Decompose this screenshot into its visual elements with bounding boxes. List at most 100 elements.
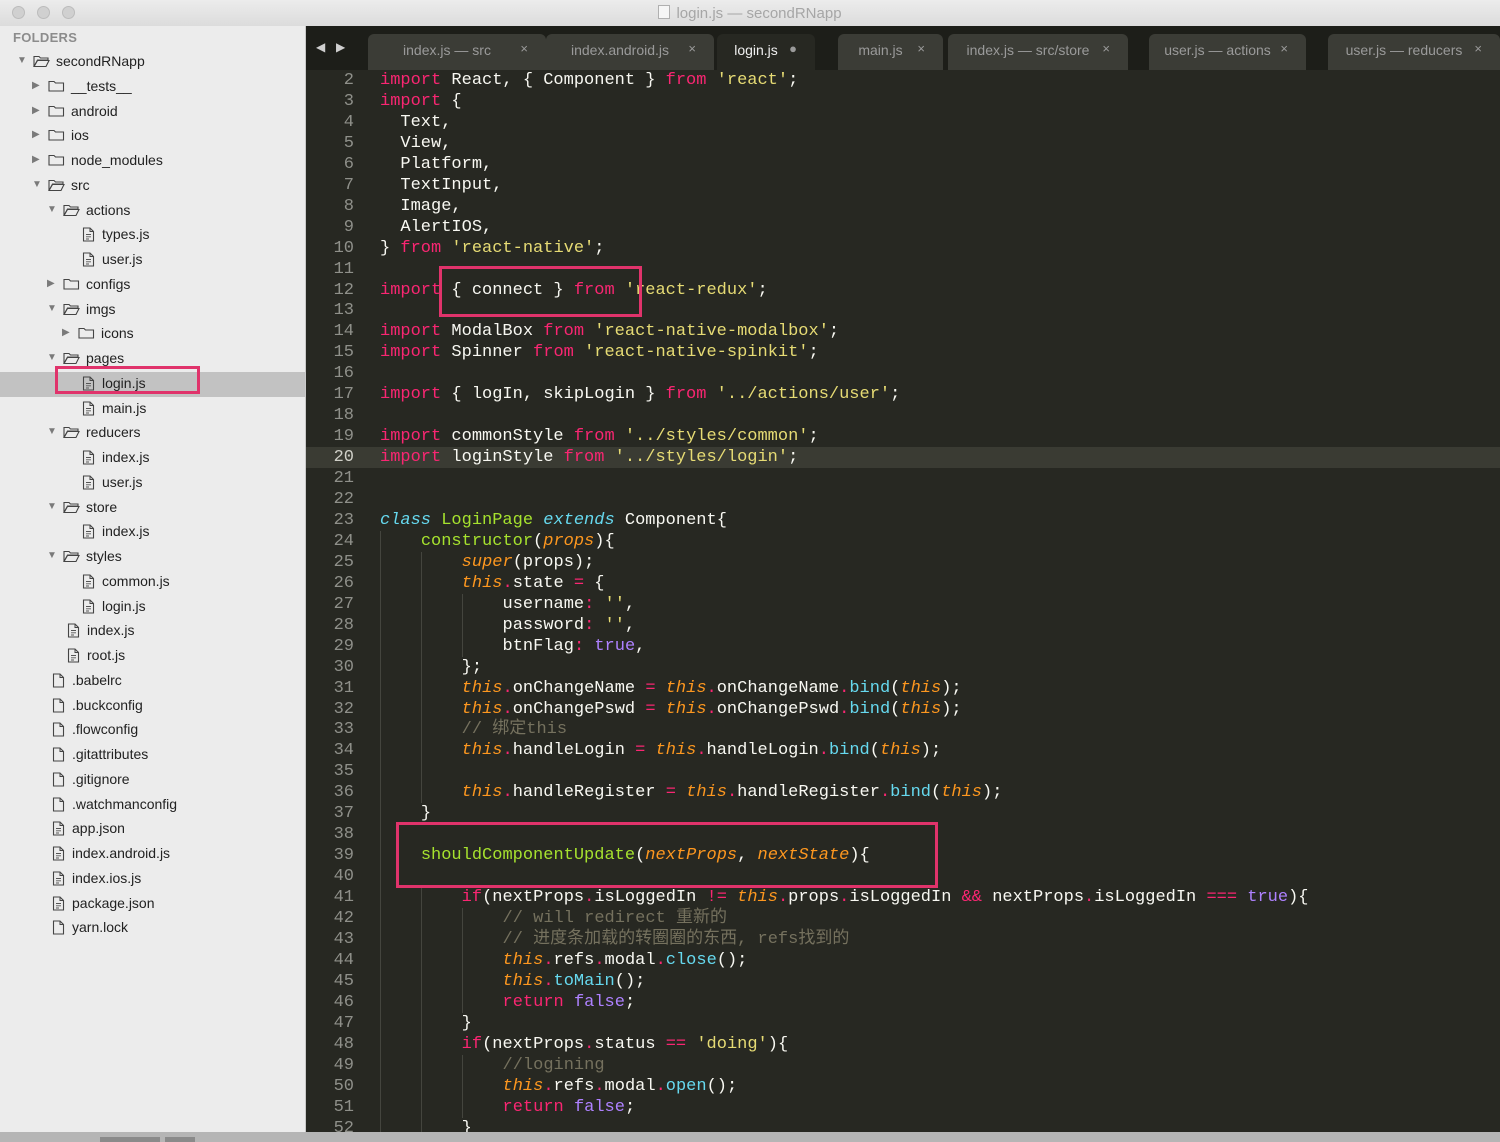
unsaved-dot-icon[interactable]: ● [789, 41, 797, 56]
tree-file[interactable]: index.ios.js [0, 867, 305, 892]
disclosure-open-icon[interactable]: ▼ [47, 550, 57, 561]
code-line[interactable]: 18 [306, 405, 1500, 426]
code-line[interactable]: 27 username: '', [306, 593, 1500, 615]
code-line[interactable]: 35 [306, 761, 1500, 783]
tree-folder[interactable]: ▶ android [0, 100, 305, 125]
code-line[interactable]: 23 class LoginPage extends Component{ [306, 510, 1500, 531]
code-line[interactable]: 43 // 进度条加载的转圈圈的东西, refs找到的 [306, 928, 1500, 950]
tree-folder[interactable]: ▶ __tests__ [0, 75, 305, 100]
code-line[interactable]: 48 if(nextProps.status == 'doing'){ [306, 1033, 1500, 1055]
tree-file[interactable]: root.js [0, 644, 305, 669]
tree-file[interactable]: common.js [0, 570, 305, 595]
close-tab-icon[interactable]: × [688, 41, 696, 56]
code-line[interactable]: 44 this.refs.modal.close(); [306, 949, 1500, 971]
close-tab-icon[interactable]: × [1474, 41, 1482, 56]
code-line[interactable]: 5 View, [306, 133, 1500, 154]
code-line[interactable]: 9 AlertIOS, [306, 217, 1500, 238]
tab-7[interactable]: user.js — reducers × [1328, 34, 1500, 70]
tree-file[interactable]: index.js [0, 446, 305, 471]
code-line[interactable]: 25 super(props); [306, 551, 1500, 573]
code-line[interactable]: 36 this.handleRegister = this.handleRegis… [306, 782, 1500, 804]
tree-folder[interactable]: ▼ reducers [0, 421, 305, 446]
tree-folder[interactable]: ▼ store [0, 496, 305, 521]
tree-file[interactable]: .gitattributes [0, 743, 305, 768]
tree-folder[interactable]: ▼ src [0, 174, 305, 199]
code-line[interactable]: 24 constructor(props){ [306, 530, 1500, 552]
tree-file[interactable]: user.js [0, 248, 305, 273]
tab-4[interactable]: main.js × [838, 34, 943, 70]
tree-file[interactable]: main.js [0, 397, 305, 422]
disclosure-open-icon[interactable]: ▼ [47, 204, 57, 215]
tab-3[interactable]: login.js ● [717, 34, 815, 70]
code-line[interactable]: 21 [306, 468, 1500, 489]
code-line[interactable]: 15 import Spinner from 'react-native-spin… [306, 342, 1500, 363]
code-line[interactable]: 28 password: '', [306, 614, 1500, 636]
disclosure-closed-icon[interactable]: ▶ [32, 129, 40, 140]
tree-file[interactable]: .gitignore [0, 768, 305, 793]
disclosure-closed-icon[interactable]: ▶ [62, 327, 70, 338]
tab-prev-icon[interactable]: ◀ [316, 40, 325, 54]
tree-file[interactable]: package.json [0, 892, 305, 917]
tree-file[interactable]: yarn.lock [0, 916, 305, 941]
code-line[interactable]: 50 this.refs.modal.open(); [306, 1075, 1500, 1097]
tab-next-icon[interactable]: ▶ [336, 40, 345, 54]
disclosure-open-icon[interactable]: ▼ [47, 501, 57, 512]
tree-folder[interactable]: ▼ secondRNapp [0, 50, 305, 75]
tree-file[interactable]: .buckconfig [0, 694, 305, 719]
code-line[interactable]: 2 import React, { Component } from 'react… [306, 70, 1500, 91]
code-line[interactable]: 6 Platform, [306, 154, 1500, 175]
code-area[interactable]: 2 import React, { Component } from 'react… [306, 70, 1500, 1132]
close-tab-icon[interactable]: × [1102, 41, 1110, 56]
tab-2[interactable]: index.android.js × [546, 34, 714, 70]
disclosure-closed-icon[interactable]: ▶ [47, 278, 55, 289]
code-line[interactable]: 33 // 绑定this [306, 719, 1500, 741]
code-line[interactable]: 41 if(nextProps.isLoggedIn != this.props.… [306, 887, 1500, 909]
code-line[interactable]: 31 this.onChangeName = this.onChangeName.… [306, 677, 1500, 699]
disclosure-closed-icon[interactable]: ▶ [32, 105, 40, 116]
tree-file[interactable]: index.android.js [0, 842, 305, 867]
code-line[interactable]: 10} from 'react-native'; [306, 238, 1500, 259]
code-line[interactable]: 20 import loginStyle from '../styles/logi… [306, 447, 1500, 469]
tab-1[interactable]: index.js — src × [368, 34, 546, 70]
code-line[interactable]: 7 TextInput, [306, 175, 1500, 196]
tree-file[interactable]: .babelrc [0, 669, 305, 694]
tree-folder[interactable]: ▼ imgs [0, 298, 305, 323]
code-line[interactable]: 14 import ModalBox from 'react-native-mod… [306, 321, 1500, 342]
code-line[interactable]: 29 btnFlag: true, [306, 635, 1500, 657]
tree-file[interactable]: index.js [0, 520, 305, 545]
disclosure-open-icon[interactable]: ▼ [47, 303, 57, 314]
code-line[interactable]: 8 Image, [306, 196, 1500, 217]
code-line[interactable]: 4 Text, [306, 112, 1500, 133]
code-line[interactable]: 3 import { [306, 91, 1500, 112]
code-line[interactable]: 19 import commonStyle from '../styles/com… [306, 426, 1500, 447]
tree-file[interactable]: .watchmanconfig [0, 793, 305, 818]
code-line[interactable]: 22 [306, 489, 1500, 510]
tree-file[interactable]: login.js [0, 595, 305, 620]
disclosure-closed-icon[interactable]: ▶ [32, 154, 40, 165]
code-line[interactable]: 45 this.toMain(); [306, 970, 1500, 992]
code-line[interactable]: 34 this.handleLogin = this.handleLogin.bi… [306, 740, 1500, 762]
code-line[interactable]: 26 this.state = { [306, 572, 1500, 594]
code-line[interactable]: 17 import { logIn, skipLogin } from '../a… [306, 384, 1500, 405]
tree-folder[interactable]: ▶ ios [0, 124, 305, 149]
tab-5[interactable]: index.js — src/store × [948, 34, 1128, 70]
code-line[interactable]: 42 // will redirect 重新的 [306, 908, 1500, 929]
tree-file[interactable]: types.js [0, 223, 305, 248]
disclosure-open-icon[interactable]: ▼ [17, 55, 27, 66]
tab-6[interactable]: user.js — actions × [1149, 34, 1306, 70]
tree-folder[interactable]: ▼ actions [0, 199, 305, 224]
code-line[interactable]: 16 [306, 363, 1500, 384]
tree-folder[interactable]: ▶ configs [0, 273, 305, 298]
tree-folder[interactable]: ▶ icons [0, 322, 305, 347]
close-tab-icon[interactable]: × [520, 41, 528, 56]
code-line[interactable]: 30}; [306, 656, 1500, 678]
tree-file[interactable]: app.json [0, 817, 305, 842]
code-line[interactable]: 49 //logining [306, 1054, 1500, 1076]
code-line[interactable]: 47} [306, 1012, 1500, 1034]
code-line[interactable]: 51 return false; [306, 1096, 1500, 1118]
close-tab-icon[interactable]: × [917, 41, 925, 56]
tree-folder[interactable]: ▼ styles [0, 545, 305, 570]
tree-file[interactable]: index.js [0, 619, 305, 644]
disclosure-closed-icon[interactable]: ▶ [32, 80, 40, 91]
disclosure-open-icon[interactable]: ▼ [47, 426, 57, 437]
